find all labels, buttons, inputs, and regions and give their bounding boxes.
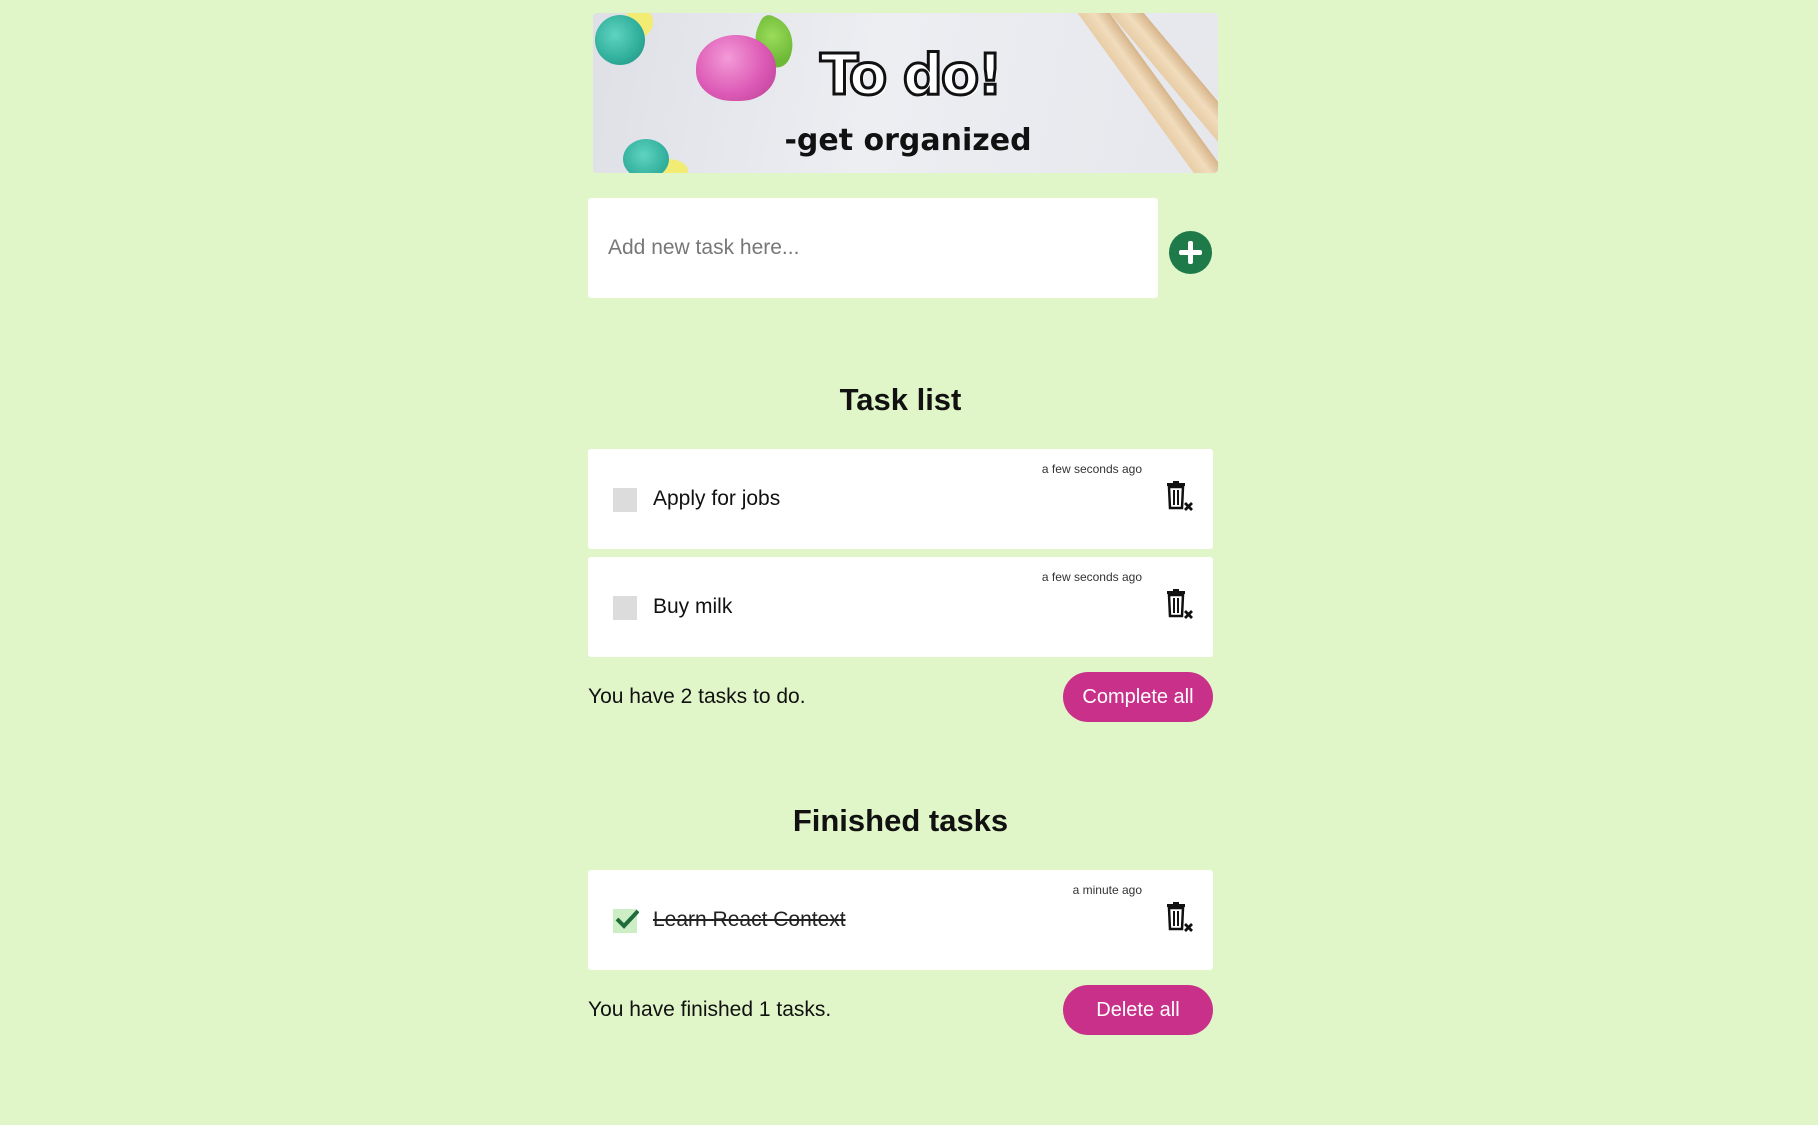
trash-x-icon xyxy=(1167,902,1193,932)
task-timestamp: a minute ago xyxy=(1072,883,1142,897)
eraser-decoration xyxy=(595,15,645,65)
complete-all-button[interactable]: Complete all xyxy=(1063,672,1213,722)
todo-app: To do! -get organized Task list Apply fo… xyxy=(0,0,1818,1125)
task-label: Apply for jobs xyxy=(653,487,781,510)
delete-task-button[interactable] xyxy=(1165,589,1195,621)
eraser-decoration xyxy=(696,35,776,101)
new-task-input[interactable] xyxy=(588,198,1158,298)
header-banner: To do! -get organized xyxy=(593,13,1218,173)
delete-task-button[interactable] xyxy=(1165,902,1195,934)
task-label: Buy milk xyxy=(653,595,733,618)
task-item: Buy milk a few seconds ago xyxy=(588,557,1213,657)
task-timestamp: a few seconds ago xyxy=(1041,570,1142,584)
tasks-finished-text: You have finished 1 tasks. xyxy=(588,998,832,1021)
task-timestamp: a few seconds ago xyxy=(1041,462,1142,476)
plus-icon xyxy=(1188,241,1193,264)
task-checkbox[interactable] xyxy=(613,488,637,512)
banner-subtitle: -get organized xyxy=(784,123,1032,158)
task-item: Apply for jobs a few seconds ago xyxy=(588,449,1213,549)
task-list-heading: Task list xyxy=(839,382,962,417)
task-checkbox[interactable] xyxy=(613,909,639,933)
task-checkbox[interactable] xyxy=(613,596,637,620)
checkmark-icon xyxy=(615,909,639,929)
trash-x-icon xyxy=(1167,589,1193,619)
trash-x-icon xyxy=(1167,481,1193,511)
finished-tasks-heading: Finished tasks xyxy=(792,803,1009,838)
task-label: Learn React Context xyxy=(653,908,846,931)
finished-task-item: Learn React Context a minute ago xyxy=(588,870,1213,970)
delete-all-button[interactable]: Delete all xyxy=(1063,985,1213,1035)
eraser-decoration xyxy=(623,139,669,173)
tasks-remaining-text: You have 2 tasks to do. xyxy=(588,685,806,708)
delete-task-button[interactable] xyxy=(1165,481,1195,513)
add-task-button[interactable] xyxy=(1169,231,1212,274)
banner-title: To do! xyxy=(819,42,1005,110)
